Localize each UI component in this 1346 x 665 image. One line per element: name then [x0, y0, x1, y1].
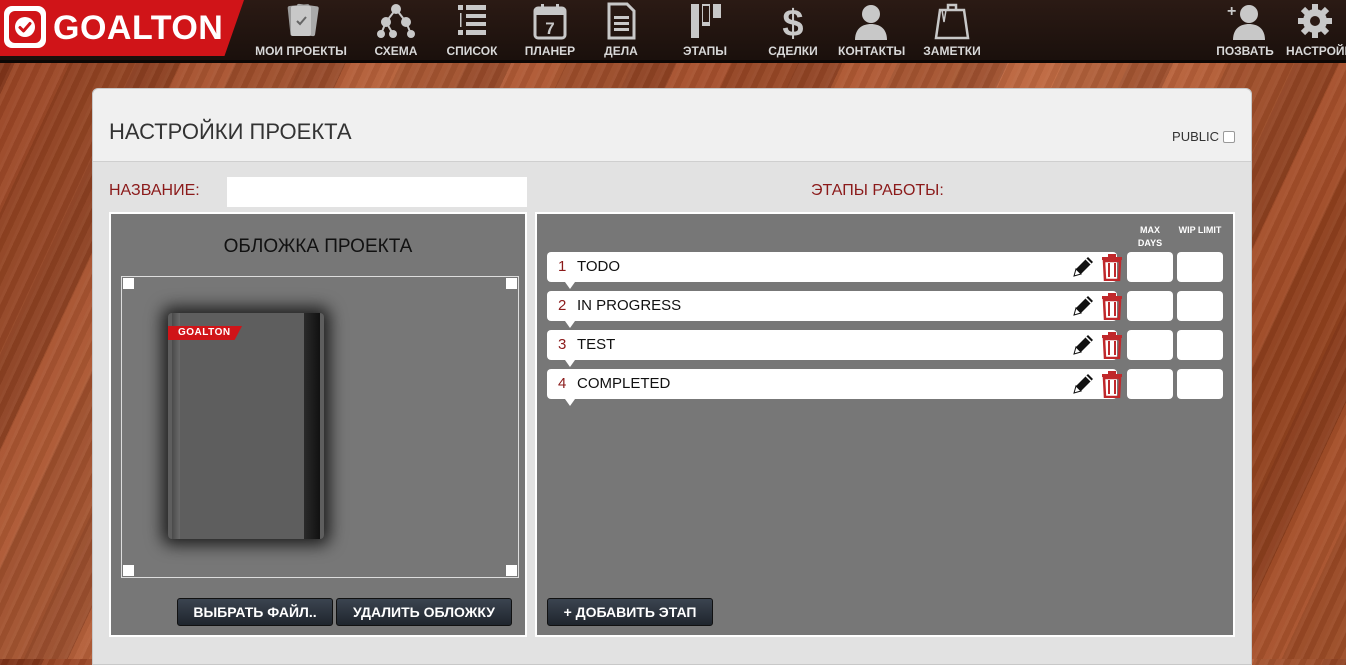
stage-name: TODO	[577, 258, 621, 275]
nav-label: МОИ ПРОЕКТЫ	[255, 44, 347, 58]
wip-limit-header: WIP LIMIT	[1178, 225, 1222, 235]
cover-preview-book: GOALTON	[168, 313, 324, 539]
nav-notes[interactable]: ЗАМЕТКИ	[922, 2, 982, 58]
scheme-icon	[377, 4, 415, 38]
nav-invite[interactable]: + ПОЗВАТЬ	[1214, 2, 1276, 58]
stages-section: MAX DAYS WIP LIMIT 1 TODO 2 IN PROGRESS 3 TES…	[535, 212, 1235, 637]
pencil-icon[interactable]	[1070, 371, 1096, 397]
brand-name: GOALTON	[53, 9, 224, 47]
cover-crop-area[interactable]: GOALTON	[121, 276, 519, 578]
public-label: PUBLIC	[1172, 129, 1219, 144]
stage-pointer	[565, 360, 575, 367]
page-title: НАСТРОЙКИ ПРОЕКТА	[109, 119, 352, 144]
crop-handle-bottom-left[interactable]	[123, 565, 134, 576]
max-days-input[interactable]	[1127, 252, 1173, 282]
nav-label: СДЕЛКИ	[768, 44, 818, 58]
cover-section: ОБЛОЖКА ПРОЕКТА GOALTON ВЫБРАТЬ ФАЙЛ.. У…	[109, 212, 527, 637]
add-stage-button[interactable]: + ДОБАВИТЬ ЭТАП	[547, 598, 713, 626]
stage-number: 4	[558, 375, 567, 392]
stage-number: 2	[558, 297, 567, 314]
nav-planner[interactable]: 7 ПЛАНЕР	[522, 2, 578, 58]
calendar-icon: 7	[533, 4, 567, 40]
nav-label: ПОЗВАТЬ	[1216, 44, 1274, 58]
stage-pointer	[565, 282, 575, 289]
nav-label: СПИСОК	[446, 44, 498, 58]
crop-handle-top-left[interactable]	[123, 278, 134, 289]
invite-user-icon: +	[1227, 3, 1265, 40]
public-checkbox[interactable]	[1223, 130, 1235, 143]
stage-number: 3	[558, 336, 567, 353]
nav-my-projects[interactable]: МОИ ПРОЕКТЫ	[254, 2, 348, 58]
notes-icon	[934, 3, 970, 40]
public-toggle[interactable]: PUBLIC	[1172, 129, 1235, 144]
wip-limit-input[interactable]	[1177, 369, 1223, 399]
nav-label: СХЕМА	[374, 44, 418, 58]
stage-pointer	[565, 321, 575, 328]
stage-name: IN PROGRESS	[577, 297, 682, 314]
nav-label: ПЛАНЕР	[524, 44, 576, 58]
stage-pointer	[565, 399, 575, 406]
nav-label: НАСТРОЙКИ	[1286, 44, 1346, 58]
stages-label: ЭТАПЫ РАБОТЫ:	[811, 182, 944, 199]
projects-icon	[287, 3, 319, 37]
max-days-input[interactable]	[1127, 291, 1173, 321]
stage-row[interactable]: 3 TEST	[547, 330, 1122, 367]
svg-text:$: $	[782, 3, 803, 40]
check-badge-icon	[4, 6, 46, 48]
svg-text:+: +	[1227, 3, 1236, 20]
contact-icon	[855, 5, 887, 40]
stage-row[interactable]: 2 IN PROGRESS	[547, 291, 1122, 328]
stage-row[interactable]: 1 TODO	[547, 252, 1122, 289]
crop-handle-bottom-right[interactable]	[506, 565, 517, 576]
max-days-input[interactable]	[1127, 369, 1173, 399]
nav-tasks[interactable]: ДЕЛА	[600, 2, 642, 58]
book-spine-right	[304, 313, 320, 539]
choose-file-button[interactable]: ВЫБРАТЬ ФАЙЛ..	[177, 598, 333, 626]
wip-limit-input[interactable]	[1177, 252, 1223, 282]
max-days-input[interactable]	[1127, 330, 1173, 360]
stage-name: COMPLETED	[577, 375, 671, 392]
stage-name: TEST	[577, 336, 616, 353]
pencil-icon[interactable]	[1070, 254, 1096, 280]
project-settings-panel: НАСТРОЙКИ ПРОЕКТА PUBLIC НАЗВАНИЕ: ЭТАПЫ…	[92, 88, 1252, 665]
nav-stages[interactable]: ЭТАПЫ	[680, 2, 730, 58]
pencil-icon[interactable]	[1070, 293, 1096, 319]
nav-settings[interactable]: НАСТРОЙКИ	[1284, 2, 1346, 58]
goalton-logo[interactable]: GOALTON	[0, 0, 244, 56]
pencil-icon[interactable]	[1070, 332, 1096, 358]
max-days-header: MAX DAYS	[1137, 225, 1163, 248]
nav-label: ЭТАПЫ	[683, 44, 727, 58]
name-label: НАЗВАНИЕ:	[109, 182, 200, 199]
trash-icon[interactable]	[1100, 292, 1124, 320]
book-brand-label: GOALTON	[168, 326, 242, 340]
book-spine-left	[172, 313, 180, 539]
nav-label: КОНТАКТЫ	[838, 44, 906, 58]
trash-icon[interactable]	[1100, 253, 1124, 281]
wip-limit-input[interactable]	[1177, 291, 1223, 321]
trash-icon[interactable]	[1100, 370, 1124, 398]
nav-label: ЗАМЕТКИ	[923, 44, 981, 58]
top-navigation: GOALTON МОИ ПРОЕКТЫ СХЕМА СПИСОК 7 ПЛАНЕ…	[0, 0, 1346, 63]
nav-deals[interactable]: $ СДЕЛКИ	[766, 2, 820, 58]
nav-scheme[interactable]: СХЕМА	[372, 2, 420, 58]
delete-cover-button[interactable]: УДАЛИТЬ ОБЛОЖКУ	[336, 598, 512, 626]
list-icon	[458, 5, 486, 35]
panel-header: НАСТРОЙКИ ПРОЕКТА PUBLIC	[93, 89, 1251, 162]
settings-icon	[1298, 4, 1332, 38]
nav-label: ДЕЛА	[604, 44, 638, 58]
stages-icon	[691, 4, 721, 38]
project-name-input[interactable]	[227, 177, 527, 207]
crop-handle-top-right[interactable]	[506, 278, 517, 289]
nav-contacts[interactable]: КОНТАКТЫ	[838, 2, 906, 58]
dollar-icon: $	[782, 3, 803, 40]
stage-row[interactable]: 4 COMPLETED	[547, 369, 1122, 406]
wip-limit-input[interactable]	[1177, 330, 1223, 360]
trash-icon[interactable]	[1100, 331, 1124, 359]
stage-number: 1	[558, 258, 567, 275]
cover-title: ОБЛОЖКА ПРОЕКТА	[223, 236, 413, 257]
document-icon	[607, 2, 636, 40]
svg-text:7: 7	[545, 19, 554, 38]
nav-list[interactable]: СПИСОК	[444, 2, 500, 58]
